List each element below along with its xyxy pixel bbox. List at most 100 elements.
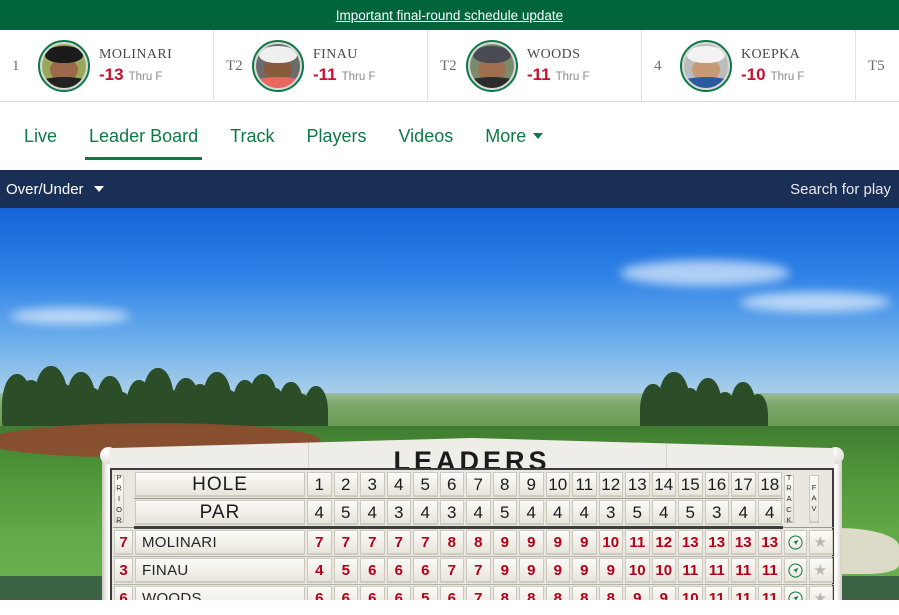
leader-card-thru: Thru F	[770, 71, 805, 84]
player-score-hole-11: 9	[572, 530, 597, 555]
cloud-decoration	[620, 260, 790, 286]
par-value-hole-10: 4	[545, 500, 570, 525]
star-icon[interactable]: ★	[809, 558, 833, 583]
nav-tab-more[interactable]: More	[469, 102, 559, 170]
cloud-decoration	[10, 308, 130, 324]
player-name: WOODS	[135, 586, 305, 600]
nav-tab-label: Leader Board	[89, 125, 199, 146]
player-score-hole-13: 9	[625, 586, 650, 600]
player-score-hole-1: 7	[307, 530, 332, 555]
column-header-hole-6: 6	[439, 472, 464, 497]
par-value-hole-12: 3	[598, 500, 623, 525]
scoreboard-panel: PRIOR HOLE 1 2 3 4 5 6 7 8 9 10 11 12 13 14 15 16 17 18 TRAC…	[110, 468, 834, 600]
nav-tab-players[interactable]: Players	[290, 102, 382, 170]
par-value-hole-5: 4	[413, 500, 438, 525]
leader-card-name: FINAU	[313, 47, 358, 63]
leader-cards-strip: 1 MOLINARI -13 Thru F T2 FINAU -11 Thru F T2 WOOD…	[0, 30, 899, 102]
leader-card-name: WOODS	[527, 47, 581, 63]
player-score-hole-3: 6	[360, 558, 385, 583]
player-score-hole-9: 8	[519, 586, 544, 600]
player-score-hole-8: 9	[492, 558, 517, 583]
player-score-hole-12: 10	[598, 530, 623, 555]
column-header-hole-4: 4	[386, 472, 411, 497]
column-header-hole-18: 18	[757, 472, 782, 497]
column-header-hole-16: 16	[704, 472, 729, 497]
leader-card[interactable]: T2 FINAU -11 Thru F	[214, 30, 428, 101]
nav-tab-leader-board[interactable]: Leader Board	[73, 102, 214, 170]
par-value-hole-18: 4	[757, 500, 782, 525]
player-score-hole-17: 13	[731, 530, 756, 555]
player-score-hole-5: 7	[413, 530, 438, 555]
nav-tab-videos[interactable]: Videos	[383, 102, 470, 170]
par-value-hole-17: 4	[731, 500, 756, 525]
avatar	[680, 40, 732, 92]
column-header-hole-2: 2	[333, 472, 358, 497]
leader-card[interactable]: T2 WOODS -11 Thru F	[428, 30, 642, 101]
player-score-hole-16: 13	[704, 530, 729, 555]
player-score-hole-1: 6	[307, 586, 332, 600]
player-score-hole-2: 5	[333, 558, 358, 583]
par-value-hole-9: 4	[519, 500, 544, 525]
table-row[interactable]: 3 FINAU 4 5 6 6 6 7 7 9 9 9 9 9 10 10 11 11 11 11 ★	[113, 556, 834, 585]
player-score-hole-8: 9	[492, 530, 517, 555]
scoreboard-header-hole-row: PRIOR HOLE 1 2 3 4 5 6 7 8 9 10 11 12 13 14 15 16 17 18 TRAC…	[113, 471, 834, 528]
search-input[interactable]: Search for play	[790, 181, 893, 198]
player-score-hole-7: 7	[466, 558, 491, 583]
player-prior-score: 3	[114, 558, 133, 583]
column-header-hole-9: 9	[519, 472, 544, 497]
nav-tab-track[interactable]: Track	[214, 102, 290, 170]
leader-card[interactable]: 4 KOEPKA -10 Thru F	[642, 30, 856, 101]
player-score-hole-6: 6	[439, 586, 464, 600]
player-score-hole-15: 10	[678, 586, 703, 600]
leader-card-name: KOEPKA	[741, 47, 801, 63]
par-value-hole-14: 4	[651, 500, 676, 525]
player-score-hole-6: 7	[439, 558, 464, 583]
player-score-hole-4: 6	[386, 586, 411, 600]
player-prior-score: 7	[114, 529, 133, 555]
par-value-hole-7: 4	[466, 500, 491, 525]
alert-banner: Important final-round schedule update	[0, 0, 899, 30]
player-score-hole-3: 6	[360, 586, 385, 600]
par-value-hole-6: 3	[439, 500, 464, 525]
player-score-hole-11: 9	[572, 558, 597, 583]
par-value-hole-8: 5	[492, 500, 517, 525]
table-row[interactable]: 6 WOODS 6 6 6 6 5 6 7 8 8 8 8 8 9 9 10 11 11 11 ★	[113, 584, 834, 600]
search-placeholder-text: Search for play	[790, 180, 891, 198]
table-row[interactable]: 7 MOLINARI 7 7 7 7 7 8 8 9 9 9 9 10 11 12 13 13 13 13 ★	[113, 527, 834, 557]
navigation-arrow-icon[interactable]	[784, 558, 807, 583]
par-value-hole-2: 5	[333, 500, 358, 525]
column-header-par: PAR	[135, 500, 305, 525]
player-score-hole-14: 9	[651, 586, 676, 600]
player-score-hole-2: 6	[333, 586, 358, 600]
star-icon[interactable]: ★	[809, 586, 833, 600]
scoreboard-table: PRIOR HOLE 1 2 3 4 5 6 7 8 9 10 11 12 13 14 15 16 17 18 TRAC…	[113, 471, 834, 600]
scoreboard-stage: LEADERS PRIOR HOLE 1 2 3 4 5 6 7 8 9 10 11 12 13 14 15 16…	[0, 208, 899, 600]
player-score-hole-8: 8	[492, 586, 517, 600]
player-score-hole-6: 8	[439, 530, 464, 555]
par-value-hole-11: 4	[572, 500, 597, 525]
leader-card[interactable]: T5	[856, 30, 899, 101]
cloud-decoration	[740, 292, 890, 312]
leader-card-thru: Thru F	[341, 71, 376, 84]
over-under-label: Over/Under	[6, 180, 84, 198]
player-score-hole-4: 7	[386, 530, 411, 555]
leader-card[interactable]: 1 MOLINARI -13 Thru F	[0, 30, 214, 101]
nav-tab-live[interactable]: Live	[8, 102, 73, 170]
alert-banner-link[interactable]: Important final-round schedule update	[336, 8, 563, 23]
avatar	[38, 40, 90, 92]
column-header-hole-14: 14	[651, 472, 676, 497]
nav-tab-label: Videos	[398, 125, 454, 146]
player-score-hole-17: 11	[731, 586, 756, 600]
star-icon[interactable]: ★	[809, 529, 833, 555]
par-value-hole-1: 4	[307, 500, 332, 525]
player-score-hole-12: 8	[598, 586, 623, 600]
player-score-hole-3: 7	[360, 530, 385, 555]
player-score-hole-17: 11	[731, 558, 756, 583]
navigation-arrow-icon[interactable]	[784, 586, 807, 600]
player-score-hole-9: 9	[519, 530, 544, 555]
nav-tab-label: Players	[306, 125, 367, 146]
column-header-hole: HOLE	[135, 472, 305, 497]
over-under-dropdown[interactable]: Over/Under	[6, 181, 104, 198]
navigation-arrow-icon[interactable]	[784, 529, 807, 555]
scoreboard-header-par-row: PAR 4 5 4 3 4 3 4 5 4 4 4 3 5 4 5 3 4 4	[113, 498, 834, 529]
